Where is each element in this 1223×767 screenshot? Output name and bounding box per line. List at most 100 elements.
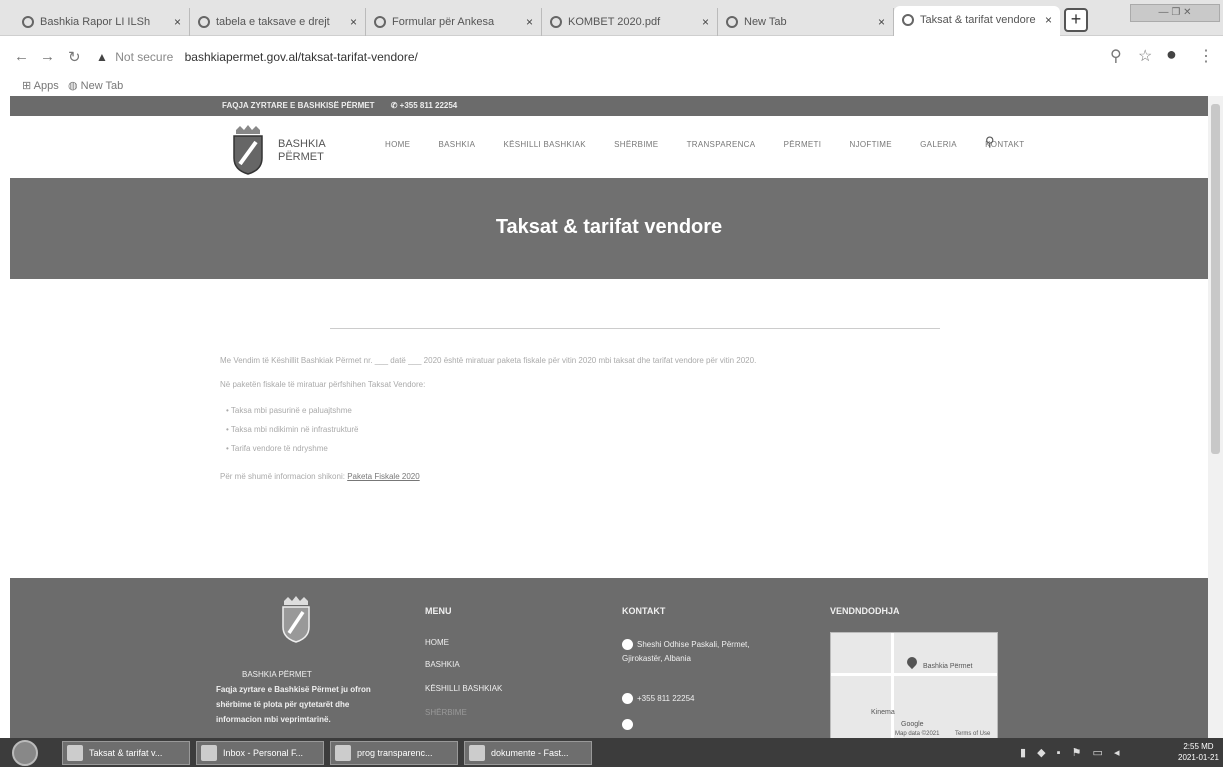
star-icon[interactable]: ☆ [1138, 46, 1152, 66]
browser-tab-bar: Bashkia Rapor LI ILSh × tabela e taksave… [0, 0, 1223, 36]
site-top-strip: FAQJA ZYRTARE E BASHKISË PËRMET ✆ +355 8… [10, 96, 1208, 116]
footer-menu-item[interactable]: KËSHILLI BASHKIAK [425, 684, 502, 693]
footer-description: Faqja zyrtare e Bashkisë Përmet ju ofron… [216, 685, 371, 724]
map-label: Bashkia Përmet [923, 663, 973, 670]
close-icon[interactable]: × [174, 8, 181, 36]
globe-icon [374, 16, 386, 28]
footer-menu-item[interactable]: BASHKIA [425, 660, 460, 669]
bookmark-label: New Tab [80, 80, 124, 92]
site-org-label: FAQJA ZYRTARE E BASHKISË PËRMET [222, 101, 375, 110]
logo-line2: PËRMET [278, 151, 324, 163]
browser-tab-active[interactable]: Taksat & tarifat vendore × [894, 6, 1060, 36]
tab-label: Taksat & tarifat vendore [920, 14, 1036, 26]
url-input[interactable]: ▲ Not secure bashkiapermet.gov.al/taksat… [96, 46, 1096, 68]
nav-transparenca[interactable]: TRANSPARENCA [687, 140, 756, 149]
clock-date: 2021-01-21 [1178, 753, 1219, 762]
map-terms-link[interactable]: Terms of Use [955, 731, 990, 737]
footer-contact-title: KONTAKT [622, 606, 666, 616]
location-map[interactable]: Bashkia Përmet Kinema Google Map data ©2… [830, 632, 998, 740]
footer-email[interactable] [622, 718, 792, 732]
coat-of-arms-logo[interactable] [228, 124, 268, 176]
map-label: Kinema [871, 709, 895, 716]
nav-keshilli-bashkiak[interactable]: KËSHILLI BASHKIAK [503, 140, 585, 149]
apps-bookmark[interactable]: ⊞ Apps [22, 79, 59, 92]
list-item: • Taksa mbi pasurinë e paluajtshme [226, 406, 352, 415]
globe-icon [22, 16, 34, 28]
close-icon[interactable]: × [350, 8, 357, 36]
globe-icon [198, 16, 210, 28]
map-pin-icon[interactable] [904, 654, 920, 670]
tab-label: New Tab [744, 16, 787, 28]
content-paragraph: Me Vendim të Këshillit Bashkiak Përmet n… [220, 356, 757, 365]
nav-home[interactable]: HOME [385, 140, 410, 149]
address-bar: ← → ↻ ▲ Not secure bashkiapermet.gov.al/… [0, 36, 1223, 76]
zoom-icon[interactable]: ⚲ [1110, 46, 1122, 66]
word-icon [469, 745, 485, 761]
outlook-icon [201, 745, 217, 761]
content-paragraph: Për më shumë informacion shikoni: Paketa… [220, 472, 420, 481]
not-secure-label[interactable]: Not secure [115, 50, 173, 64]
nav-galeria[interactable]: GALERIA [920, 140, 957, 149]
new-tab-bookmark[interactable]: ◍ New Tab [68, 79, 123, 92]
nav-bashkia[interactable]: BASHKIA [438, 140, 475, 149]
reload-icon[interactable]: ↻ [68, 48, 81, 66]
content-paragraph: Në paketën fiskale të miratuar përfshihe… [220, 380, 426, 389]
start-button[interactable] [12, 740, 38, 766]
taskbar-item[interactable]: Inbox - Personal F... [196, 741, 324, 765]
warning-icon[interactable]: ▲ [96, 50, 108, 64]
site-header: BASHKIA PËRMET HOME BASHKIA KËSHILLI BAS… [10, 116, 1208, 178]
back-arrow-icon[interactable]: ← [14, 48, 29, 65]
footer-menu-item[interactable]: HOME [425, 638, 449, 647]
nav-sherbime[interactable]: SHËRBIME [614, 140, 658, 149]
phone-icon [622, 693, 633, 705]
fiscal-package-link[interactable]: Paketa Fiskale 2020 [347, 472, 420, 481]
window-controls[interactable]: — ❐ ✕ [1130, 4, 1220, 22]
clock-time: 2:55 MD [1183, 742, 1214, 751]
scrollbar-thumb[interactable] [1211, 104, 1220, 454]
site-footer: BASHKIA PËRMET Faqja zyrtare e Bashkisë … [10, 578, 1208, 740]
email-icon [622, 719, 633, 731]
close-icon[interactable]: × [1045, 6, 1052, 34]
new-tab-button[interactable]: + [1064, 8, 1088, 32]
globe-icon [726, 16, 738, 28]
browser-tab[interactable]: Formular për Ankesa × [366, 8, 542, 36]
page-content: Me Vendim të Këshillit Bashkiak Përmet n… [10, 280, 1208, 578]
footer-location-title: VENDNDODHJA [830, 606, 900, 616]
google-logo: Google [901, 721, 924, 728]
site-logo-text[interactable]: BASHKIA PËRMET [278, 138, 326, 164]
browser-tab[interactable]: Bashkia Rapor LI ILSh × [14, 8, 190, 36]
taskbar-label: prog transparenc... [357, 748, 433, 758]
profile-icon[interactable]: ● [1166, 44, 1177, 65]
footer-menu-title: MENU [425, 606, 452, 616]
address-text: Sheshi Odhise Paskali, Përmet, Gjirokast… [622, 640, 750, 663]
nav-permeti[interactable]: PËRMETI [784, 140, 822, 149]
tab-label: tabela e taksave e drejt [216, 16, 330, 28]
close-icon[interactable]: × [702, 8, 709, 36]
menu-dots-icon[interactable]: ⋮ [1198, 46, 1214, 66]
close-icon[interactable]: × [878, 8, 885, 36]
browser-tab[interactable]: tabela e taksave e drejt × [190, 8, 366, 36]
folder-icon [335, 745, 351, 761]
footer-menu-item[interactable]: SHËRBIME [425, 708, 467, 717]
browser-tab[interactable]: New Tab × [718, 8, 894, 36]
taskbar-clock[interactable]: 2:55 MD 2021-01-21 [1178, 741, 1219, 763]
search-icon[interactable]: ⚲ [985, 134, 995, 150]
browser-tab[interactable]: KOMBET 2020.pdf × [542, 8, 718, 36]
bookmark-label: Apps [33, 80, 59, 92]
taskbar-item[interactable]: dokumente - Fast... [464, 741, 592, 765]
taskbar-item[interactable]: Taksat & tarifat v... [62, 741, 190, 765]
tab-label: Formular për Ankesa [392, 16, 495, 28]
page-hero-banner: Taksat & tarifat vendore [10, 178, 1208, 279]
footer-phone[interactable]: +355 811 22254 [622, 692, 792, 706]
system-tray[interactable]: ▮ ◆ ▪ ⚑ ▭ ◂ [1020, 746, 1123, 759]
forward-arrow-icon[interactable]: → [40, 48, 55, 65]
bookmarks-bar: ⊞ Apps ◍ New Tab [0, 76, 1223, 96]
phone-text: +355 811 22254 [637, 694, 695, 703]
close-icon[interactable]: × [526, 8, 533, 36]
url-text[interactable]: bashkiapermet.gov.al/taksat-tarifat-vend… [185, 50, 418, 64]
list-item: • Taksa mbi ndikimin në infrastrukturë [226, 425, 359, 434]
taskbar-item[interactable]: prog transparenc... [330, 741, 458, 765]
map-data-attribution: Map data ©2021 [895, 731, 940, 737]
site-phone[interactable]: ✆ +355 811 22254 [391, 101, 458, 110]
nav-njoftime[interactable]: NJOFTIME [850, 140, 892, 149]
